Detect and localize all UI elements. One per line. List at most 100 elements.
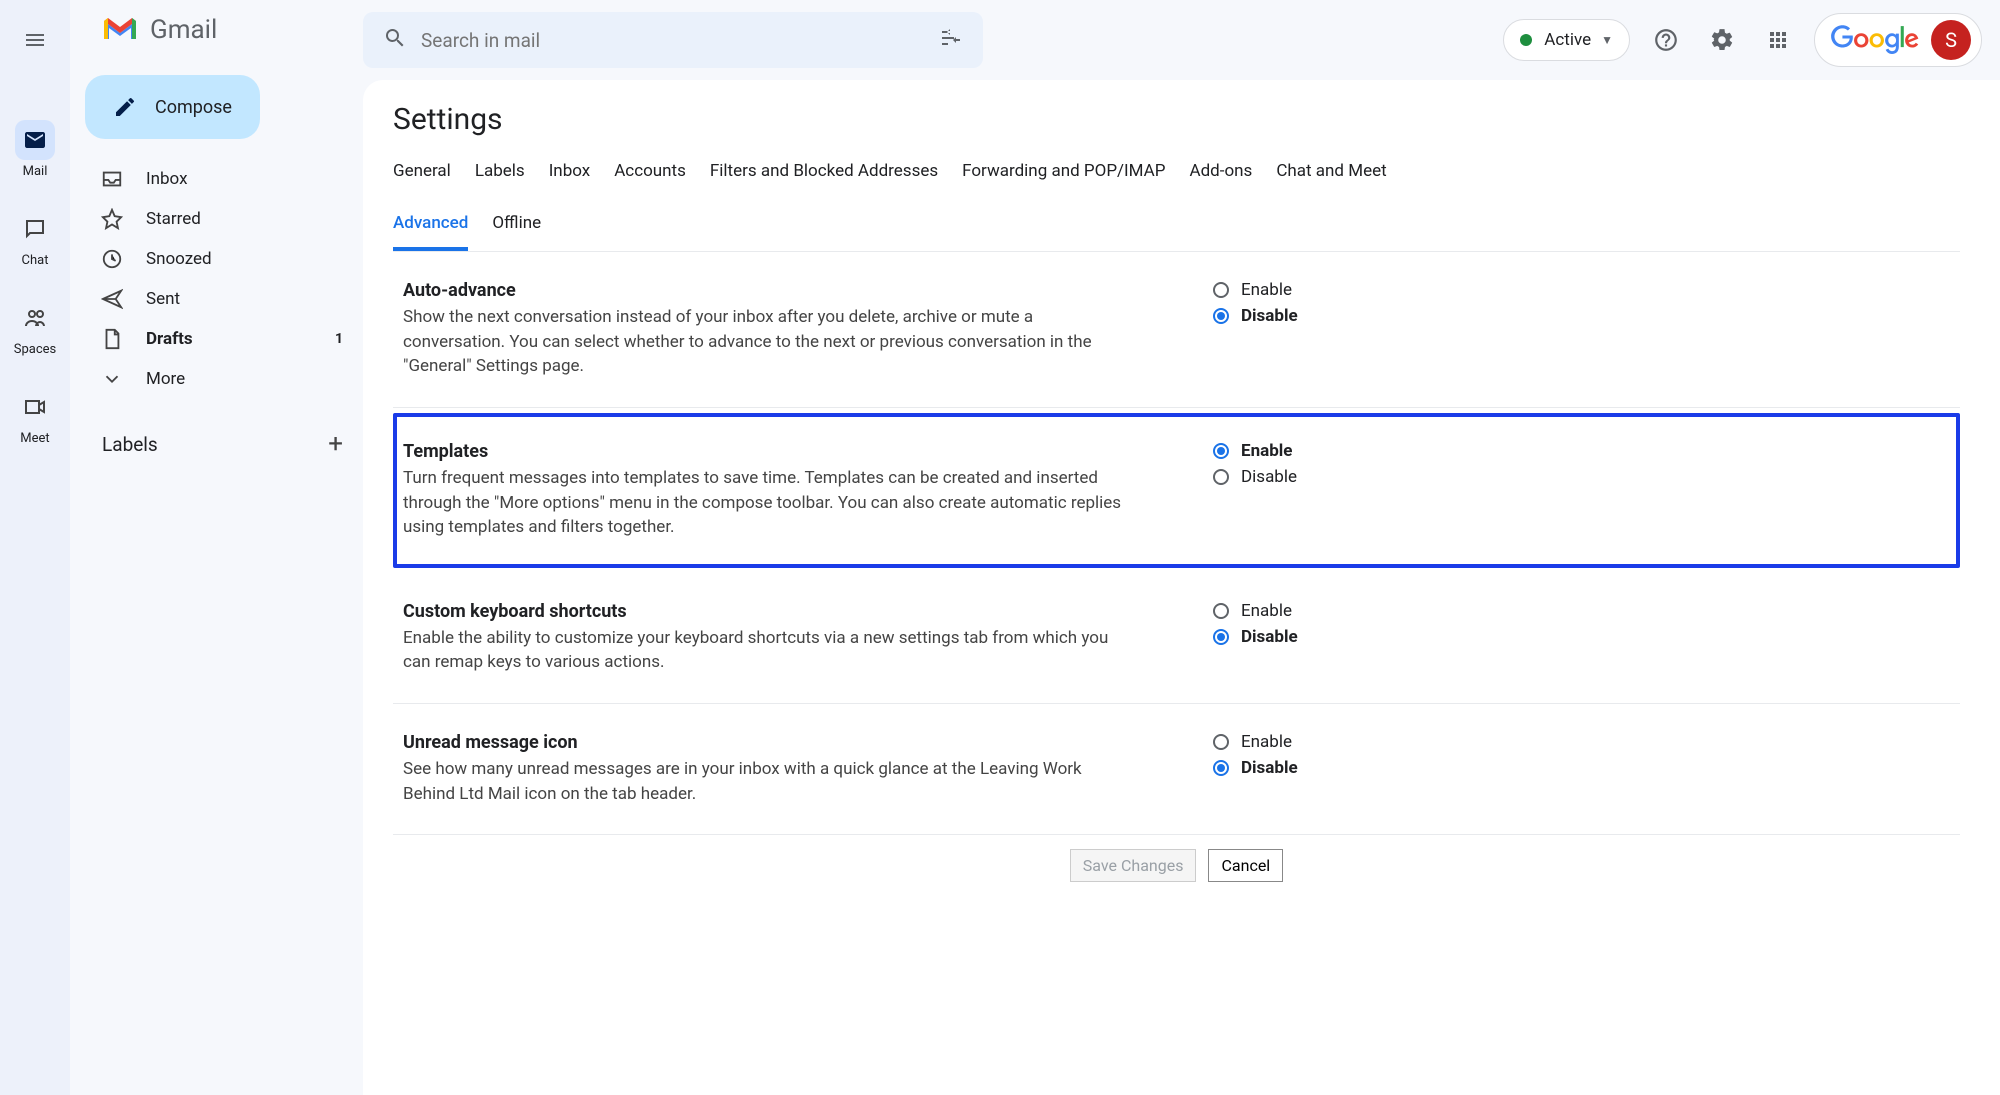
settings-button[interactable] (1702, 20, 1742, 60)
sidebar-item-snoozed[interactable]: Snoozed (70, 239, 363, 279)
option-label: Enable (1241, 601, 1292, 621)
meet-icon (15, 387, 55, 427)
cancel-button[interactable]: Cancel (1208, 849, 1283, 882)
settings-tabs-row1: General Labels Inbox Accounts Filters and Bl… (393, 155, 1960, 195)
tab-offline[interactable]: Offline (492, 207, 541, 251)
account-badge[interactable]: S (1814, 13, 1982, 67)
status-chip[interactable]: Active ▼ (1503, 19, 1630, 61)
tab-inbox[interactable]: Inbox (549, 155, 591, 195)
option-label: Enable (1241, 732, 1292, 752)
rail-item-label: Meet (20, 431, 49, 446)
setting-description: Unread message iconSee how many unread m… (403, 732, 1123, 806)
settings-sections: Auto-advanceShow the next conversation i… (393, 252, 1960, 835)
tab-advanced[interactable]: Advanced (393, 207, 468, 251)
topbar: Active ▼ S (363, 0, 2000, 80)
option-enable[interactable]: Enable (1213, 732, 1393, 752)
radio-icon (1213, 734, 1229, 750)
setting-options: Enable Disable (1213, 601, 1393, 675)
support-button[interactable] (1646, 20, 1686, 60)
setting-title: Unread message icon (403, 732, 1123, 753)
rail-item-spaces[interactable]: Spaces (14, 298, 57, 357)
compose-label: Compose (155, 97, 232, 118)
option-disable[interactable]: Disable (1213, 467, 1393, 487)
option-label: Disable (1241, 758, 1298, 778)
spaces-icon (15, 298, 55, 338)
option-label: Disable (1241, 467, 1297, 487)
chevron-down-icon: ▼ (1601, 33, 1613, 47)
sidebar-item-starred[interactable]: Starred (70, 199, 363, 239)
setting-auto-advance: Auto-advanceShow the next conversation i… (393, 252, 1960, 408)
rail-item-meet[interactable]: Meet (14, 387, 57, 446)
rail-item-label: Mail (23, 164, 48, 179)
add-label-button[interactable]: + (328, 429, 343, 459)
option-label: Disable (1241, 627, 1298, 647)
page-title: Settings (393, 102, 1960, 137)
search-bar[interactable] (363, 12, 983, 68)
setting-unread-message-icon: Unread message iconSee how many unread m… (393, 704, 1960, 835)
radio-icon (1213, 469, 1229, 485)
search-options-button[interactable] (939, 26, 963, 54)
sidebar-nav: Inbox Starred Snoozed SentDrafts1More (70, 159, 363, 399)
avatar-letter: S (1945, 28, 1957, 52)
option-label: Enable (1241, 280, 1292, 300)
topbar-right: Active ▼ S (1503, 13, 1982, 67)
option-disable[interactable]: Disable (1213, 306, 1393, 326)
option-label: Disable (1241, 306, 1298, 326)
radio-icon (1213, 443, 1229, 459)
tab-general[interactable]: General (393, 155, 451, 195)
tab-forwarding-and-pop-imap[interactable]: Forwarding and POP/IMAP (962, 155, 1165, 195)
settings-footer: Save Changes Cancel (393, 849, 1960, 882)
inbox-icon (100, 167, 124, 191)
sidebar-item-label: Inbox (146, 169, 188, 189)
option-label: Enable (1241, 441, 1292, 461)
option-disable[interactable]: Disable (1213, 758, 1393, 778)
radio-icon (1213, 629, 1229, 645)
setting-title: Templates (403, 441, 1123, 462)
avatar: S (1931, 20, 1971, 60)
sidebar-item-label: Snoozed (146, 249, 212, 269)
setting-text: Turn frequent messages into templates to… (403, 466, 1123, 540)
sidebar-item-label: Starred (146, 209, 201, 229)
tune-icon (939, 26, 963, 50)
sidebar-item-drafts[interactable]: Drafts1 (70, 319, 363, 359)
sidebar-item-inbox[interactable]: Inbox (70, 159, 363, 199)
sidebar-item-more[interactable]: More (70, 359, 363, 399)
setting-title: Custom keyboard shortcuts (403, 601, 1123, 622)
gear-icon (1709, 27, 1735, 53)
sidebar-item-sent[interactable]: Sent (70, 279, 363, 319)
mail-icon (15, 120, 55, 160)
radio-icon (1213, 603, 1229, 619)
setting-description: Auto-advanceShow the next conversation i… (403, 280, 1123, 379)
main-menu-button[interactable] (15, 20, 55, 60)
radio-icon (1213, 282, 1229, 298)
rail-item-chat[interactable]: Chat (14, 209, 57, 268)
product-logo[interactable]: Gmail (70, 15, 363, 65)
main-area: Active ▼ S Settings Gener (363, 0, 2000, 1095)
save-changes-button[interactable]: Save Changes (1070, 849, 1197, 882)
status-dot-icon (1520, 34, 1532, 46)
tab-accounts[interactable]: Accounts (614, 155, 686, 195)
radio-icon (1213, 308, 1229, 324)
option-enable[interactable]: Enable (1213, 280, 1393, 300)
setting-description: Templates Turn frequent messages into tem… (403, 441, 1123, 540)
search-icon (383, 26, 407, 54)
status-label: Active (1544, 30, 1591, 50)
tab-add-ons[interactable]: Add-ons (1190, 155, 1253, 195)
option-enable[interactable]: Enable (1213, 601, 1393, 621)
search-input[interactable] (421, 29, 939, 52)
tab-chat-and-meet[interactable]: Chat and Meet (1276, 155, 1386, 195)
option-disable[interactable]: Disable (1213, 627, 1393, 647)
apps-grid-icon (1766, 28, 1790, 52)
setting-options: Enable Disable (1213, 280, 1393, 379)
tab-filters-and-blocked-addresses[interactable]: Filters and Blocked Addresses (710, 155, 938, 195)
setting-options: Enable Disable (1213, 732, 1393, 806)
pencil-icon (113, 95, 137, 119)
settings-tabs-row2: Advanced Offline (393, 207, 1960, 252)
compose-button[interactable]: Compose (85, 75, 260, 139)
labels-heading-row: Labels + (70, 399, 363, 459)
tab-labels[interactable]: Labels (475, 155, 525, 195)
option-enable[interactable]: Enable (1213, 441, 1393, 461)
apps-button[interactable] (1758, 20, 1798, 60)
rail-item-mail[interactable]: Mail (14, 120, 57, 179)
chat-icon (15, 209, 55, 249)
